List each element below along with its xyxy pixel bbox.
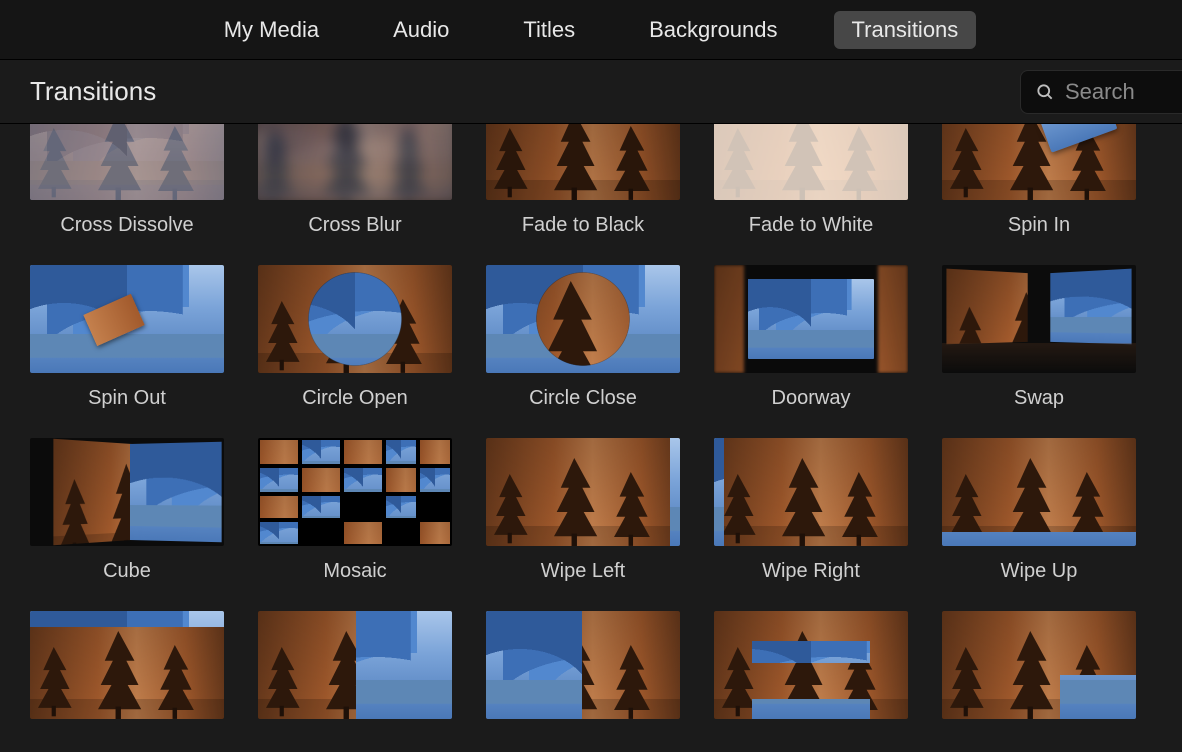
transition-thumb-spin-out[interactable] [30, 265, 224, 373]
transition-thumb-cross-blur[interactable] [258, 124, 452, 200]
transition-thumb-swap[interactable] [942, 265, 1136, 373]
search-input[interactable] [1063, 78, 1182, 106]
transition-thumb-wipe-up[interactable] [942, 438, 1136, 546]
transition-thumb-fade-to-white[interactable] [714, 124, 908, 200]
section-header: Transitions [0, 60, 1182, 124]
transition-label: Wipe Left [541, 560, 625, 583]
transition-thumb-cube[interactable] [30, 438, 224, 546]
transition-label: Cross Blur [308, 214, 401, 237]
transition-label: Cross Dissolve [60, 214, 193, 237]
transition-item: Cross Dissolve [30, 124, 224, 237]
transition-item [258, 611, 452, 733]
transition-item: Wipe Right [714, 438, 908, 583]
transition-thumb-spin-in[interactable] [942, 124, 1136, 200]
transition-label: Swap [1014, 387, 1064, 410]
transition-label: Circle Open [302, 387, 408, 410]
transition-item: Wipe Left [486, 438, 680, 583]
transition-item: Spin Out [30, 265, 224, 410]
transition-thumb-wipe-right[interactable] [714, 438, 908, 546]
transition-item [942, 611, 1136, 733]
transition-thumb-fade-to-black[interactable] [486, 124, 680, 200]
transition-item: Circle Close [486, 265, 680, 410]
transition-label: Fade to Black [522, 214, 644, 237]
transitions-grid: Cross Dissolve Cross Blur Fade to Black [30, 124, 1152, 733]
transition-thumb-cross-dissolve[interactable] [30, 124, 224, 200]
tab-my-media[interactable]: My Media [206, 11, 337, 49]
transition-item [486, 611, 680, 733]
transition-label: Circle Close [529, 387, 637, 410]
transition-thumb-partial[interactable] [714, 611, 908, 719]
transition-label: Mosaic [323, 560, 386, 583]
transition-thumb-doorway[interactable] [714, 265, 908, 373]
transition-thumb-partial[interactable] [486, 611, 680, 719]
search-icon [1035, 82, 1055, 102]
tab-backgrounds[interactable]: Backgrounds [631, 11, 795, 49]
tab-transitions[interactable]: Transitions [834, 11, 977, 49]
transition-item: Swap [942, 265, 1136, 410]
transition-thumb-wipe-left[interactable] [486, 438, 680, 546]
transition-thumb-circle-open[interactable] [258, 265, 452, 373]
transition-item: Wipe Up [942, 438, 1136, 583]
transition-item [30, 611, 224, 733]
transition-item: Fade to White [714, 124, 908, 237]
transition-item: Cross Blur [258, 124, 452, 237]
transition-label: Spin Out [88, 387, 166, 410]
transitions-browser[interactable]: Cross Dissolve Cross Blur Fade to Black [0, 124, 1182, 752]
transition-item: Fade to Black [486, 124, 680, 237]
tab-titles[interactable]: Titles [505, 11, 593, 49]
transition-label: Spin In [1008, 214, 1070, 237]
section-title: Transitions [30, 76, 156, 107]
transition-item [714, 611, 908, 733]
transition-label: Doorway [772, 387, 851, 410]
transition-item: Spin In [942, 124, 1136, 237]
transition-label: Wipe Right [762, 560, 860, 583]
transition-item: Doorway [714, 265, 908, 410]
transition-thumb-partial[interactable] [258, 611, 452, 719]
transition-thumb-partial[interactable] [942, 611, 1136, 719]
transition-item: Cube [30, 438, 224, 583]
transition-label: Wipe Up [1001, 560, 1078, 583]
transition-thumb-partial[interactable] [30, 611, 224, 719]
media-tabbar: My Media Audio Titles Backgrounds Transi… [0, 0, 1182, 60]
transition-label: Fade to White [749, 214, 874, 237]
search-field[interactable] [1020, 70, 1182, 114]
transition-thumb-circle-close[interactable] [486, 265, 680, 373]
tab-audio[interactable]: Audio [375, 11, 467, 49]
transition-item: Mosaic [258, 438, 452, 583]
transition-thumb-mosaic[interactable] [258, 438, 452, 546]
transition-label: Cube [103, 560, 151, 583]
transition-item: Circle Open [258, 265, 452, 410]
